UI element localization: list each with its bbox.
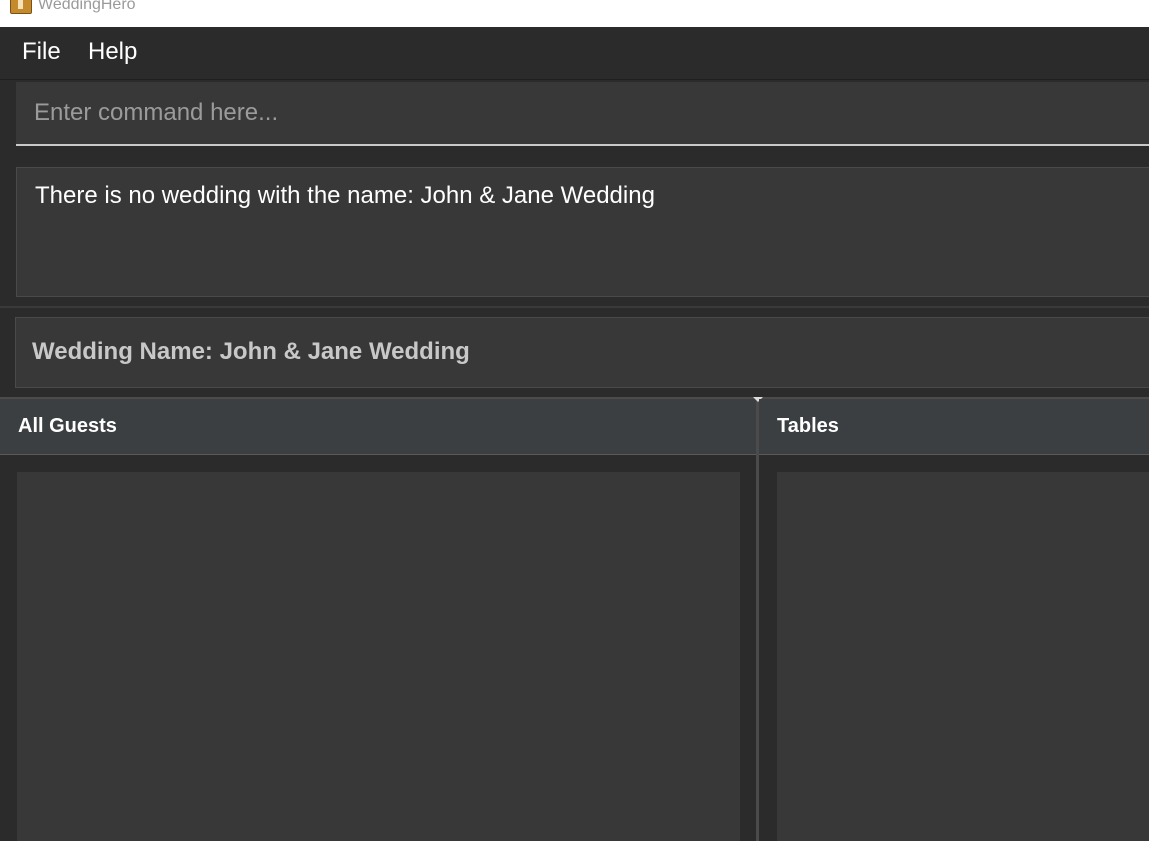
result-display[interactable]: There is no wedding with the name: John … (16, 167, 1149, 297)
guests-panel (0, 455, 756, 841)
tables-panel-title: Tables (777, 415, 839, 437)
table-list[interactable] (777, 472, 1149, 841)
divider (0, 306, 1149, 308)
app-icon (10, 0, 32, 14)
menu-bar: File Help (0, 27, 1149, 80)
command-input[interactable] (16, 82, 1149, 146)
wedding-name-panel: Wedding Name: John & Jane Wedding (15, 317, 1149, 388)
guests-panel-header: All Guests (0, 399, 756, 455)
title-bar: WeddingHero (0, 0, 1149, 27)
wedding-name-label: Wedding Name: John & Jane Wedding (32, 338, 470, 365)
guest-list[interactable] (17, 472, 740, 841)
menu-file[interactable]: File (22, 38, 61, 66)
tables-panel (759, 455, 1149, 841)
tables-panel-header: Tables (759, 399, 1149, 455)
window-title: WeddingHero (38, 0, 136, 13)
menu-help[interactable]: Help (88, 38, 137, 66)
guests-panel-title: All Guests (18, 415, 117, 437)
command-box (0, 80, 1149, 157)
result-message: There is no wedding with the name: John … (35, 182, 655, 209)
